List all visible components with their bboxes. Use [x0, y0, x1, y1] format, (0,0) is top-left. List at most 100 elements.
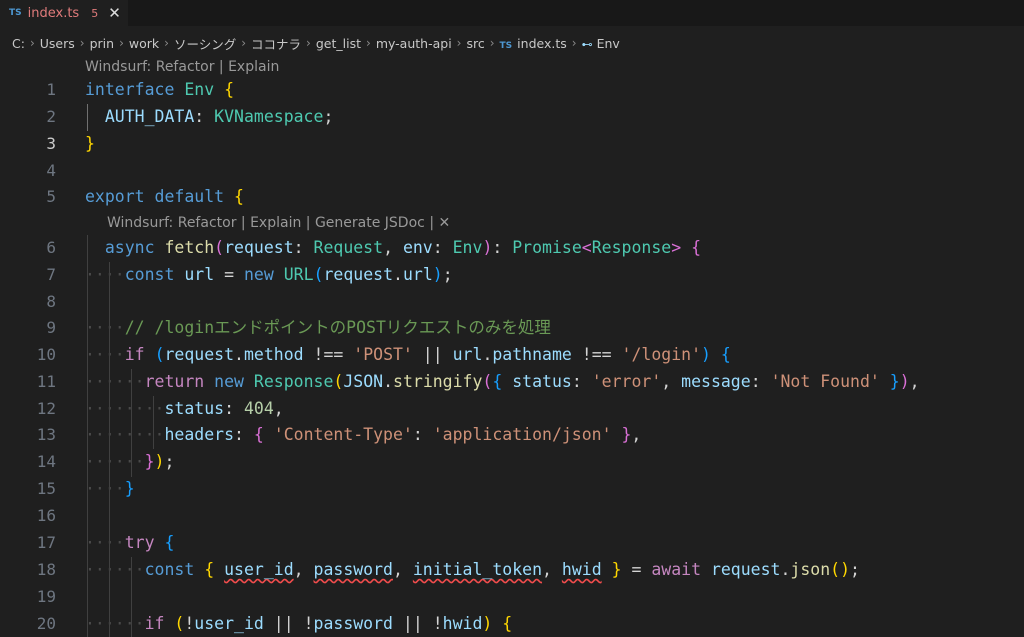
code-token: user_id [194, 614, 264, 633]
code-token: message [681, 372, 751, 391]
code-token: { [164, 533, 175, 552]
code-line[interactable]: ······if (!user_id || !password || !hwid… [85, 611, 512, 637]
code-token: Promise [512, 238, 582, 257]
code-line[interactable]: ····// /loginエンドポイントのPOSTリクエストのみを処理 [85, 315, 551, 341]
typescript-file-icon: TS [499, 40, 513, 51]
code-token: request [323, 265, 394, 284]
code-token: ! [184, 614, 195, 633]
code-token: : [412, 425, 433, 444]
codelens-windsurf-label: Windsurf: [85, 59, 152, 75]
code-token: status [512, 372, 572, 391]
code-line[interactable]: export default { [85, 184, 244, 210]
breadcrumb-item[interactable]: get_list [316, 36, 361, 51]
code-line[interactable]: AUTH_DATA: KVNamespace; [85, 104, 334, 130]
code-token: env [402, 238, 433, 257]
code-token: JSON [343, 372, 384, 391]
code-token: { [234, 187, 244, 206]
code-token: , [383, 238, 403, 257]
codelens-refactor-link[interactable]: Refactor [156, 59, 215, 75]
code-line[interactable]: ····if (request.method !== 'POST' || url… [85, 342, 731, 368]
code-token: } [889, 372, 900, 391]
code-token: { [204, 560, 215, 579]
breadcrumb-item[interactable]: C: [12, 36, 25, 51]
code-token: stringify [393, 372, 483, 391]
line-number: 17 [36, 533, 56, 552]
code-line[interactable]: async fetch(request: Request, env: Env):… [85, 235, 701, 261]
code-token: ( [214, 238, 225, 257]
whitespace-marker: ······ [85, 614, 145, 633]
code-line[interactable]: ········headers: { 'Content-Type': 'appl… [85, 422, 641, 448]
code-token: ) [482, 614, 493, 633]
code-token: new [243, 265, 274, 284]
line-number: 7 [46, 265, 56, 284]
tab-bar: TS index.ts 5 ✕ [0, 0, 1024, 26]
code-line[interactable]: interface Env { [85, 77, 234, 103]
code-token: Env [184, 80, 215, 99]
code-token: { [492, 372, 503, 391]
codelens-fetch: Windsurf: Refactor | Explain | Generate … [107, 215, 450, 231]
line-number: 6 [46, 238, 56, 257]
code-token: < [581, 238, 592, 257]
code-token: || ! [263, 614, 314, 633]
code-token: . [780, 560, 791, 579]
codelens-explain-link[interactable]: Explain [250, 215, 301, 231]
chevron-right-icon: › [456, 36, 462, 50]
breadcrumb-item[interactable]: Users [40, 36, 75, 51]
code-token: , [909, 372, 920, 391]
codelens-generate-jsdoc-link[interactable]: Generate JSDoc [315, 215, 425, 231]
code-token: { [502, 614, 513, 633]
whitespace-marker: ······ [85, 452, 145, 471]
breadcrumb-label: work [128, 35, 160, 51]
breadcrumb-item[interactable]: prin [90, 36, 114, 51]
code-line[interactable]: ······const { user_id, password, initial… [85, 557, 860, 583]
close-icon[interactable]: ✕ [108, 4, 121, 22]
code-token: () [830, 560, 851, 579]
code-token: if [144, 614, 165, 633]
breadcrumb-item[interactable]: ココナラ [251, 34, 301, 53]
code-line[interactable]: ······}); [85, 449, 174, 475]
breadcrumb-label: Users [39, 35, 75, 51]
indent-guide [87, 104, 88, 131]
tab-index-ts[interactable]: TS index.ts 5 ✕ [0, 0, 128, 26]
breadcrumb-item[interactable]: my-auth-api [376, 36, 452, 51]
code-line[interactable]: } [85, 131, 95, 157]
code-line[interactable]: ······return new Response(JSON.stringify… [85, 369, 920, 395]
breadcrumb-item[interactable]: TS index.ts [500, 36, 567, 51]
codelens-refactor-link[interactable]: Refactor [178, 215, 237, 231]
breadcrumb-item[interactable]: work [129, 36, 159, 51]
chevron-right-icon: › [489, 36, 495, 50]
breadcrumb-label: prin [89, 35, 115, 51]
code-line[interactable]: ····try { [85, 530, 174, 556]
line-number: 15 [36, 479, 56, 498]
code-token: ) [482, 238, 493, 257]
code-token: new [214, 372, 244, 391]
code-token: , [631, 425, 642, 444]
breadcrumb-item[interactable]: ソーシング [174, 34, 236, 53]
breadcrumb-label: get_list [315, 35, 361, 51]
breadcrumb-item[interactable]: ⊷ Env [582, 36, 620, 51]
code-line[interactable]: ····const url = new URL(request.url); [85, 262, 453, 288]
chevron-right-icon: › [571, 36, 577, 50]
codelens-close-icon[interactable]: ✕ [438, 215, 450, 231]
whitespace-marker: ···· [85, 533, 125, 552]
breadcrumb-label: my-auth-api [375, 35, 452, 51]
breadcrumb-item[interactable]: src [466, 36, 484, 51]
code-token: . [393, 265, 403, 284]
line-number: 4 [46, 161, 56, 180]
code-token: method [243, 345, 304, 364]
indent-guide [109, 262, 110, 637]
code-token: headers [164, 425, 235, 444]
code-token: } [124, 479, 135, 498]
line-number: 20 [36, 614, 56, 633]
codelens-explain-link[interactable]: Explain [228, 59, 279, 75]
code-line[interactable]: ········status: 404, [85, 396, 284, 422]
code-token: || ! [393, 614, 443, 633]
